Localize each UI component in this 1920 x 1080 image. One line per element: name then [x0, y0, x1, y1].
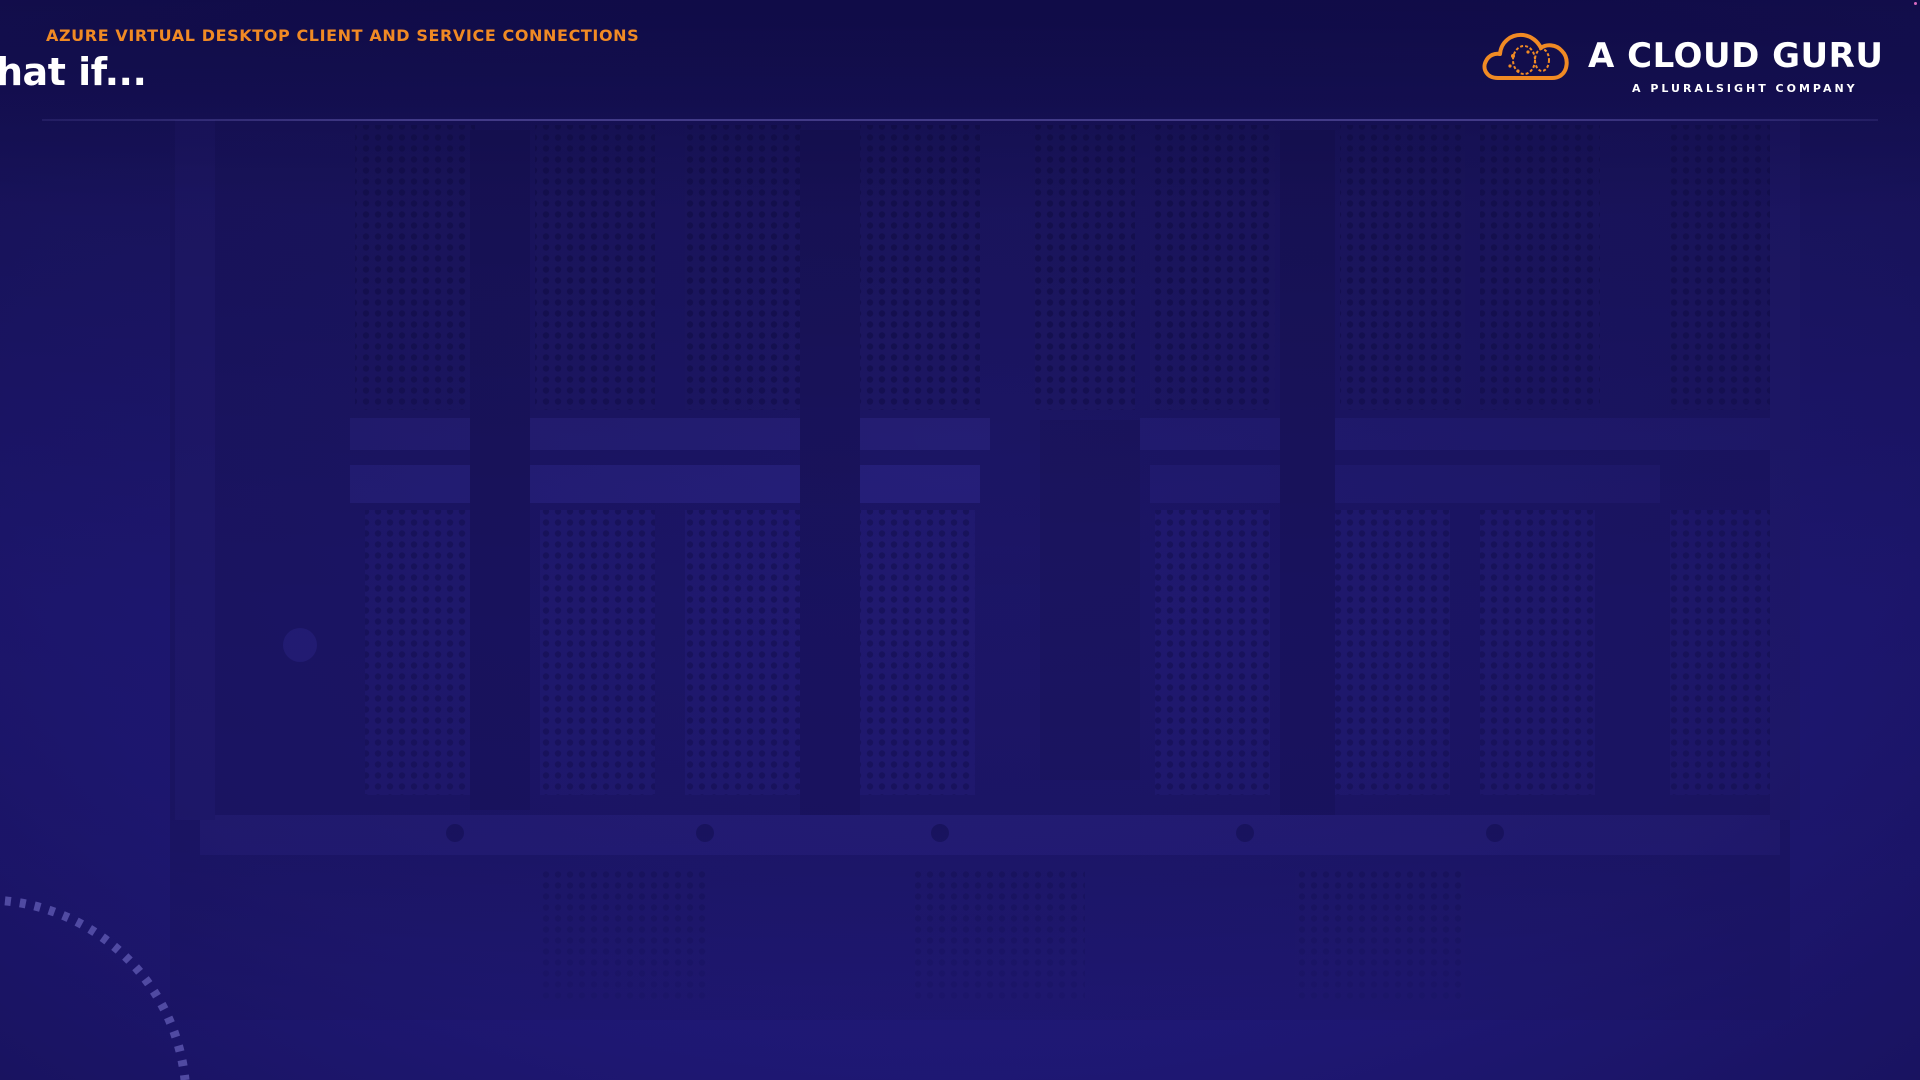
section-label: AZURE VIRTUAL DESKTOP CLIENT AND SERVICE…	[46, 26, 640, 45]
decorative-dotted-arc	[0, 895, 190, 1080]
logo-tagline: A PLURALSIGHT COMPANY	[1632, 82, 1858, 95]
logo: A CLOUD GURU A PLURALSIGHT COMPANY	[1480, 26, 1884, 96]
slide: AZURE VIRTUAL DESKTOP CLIENT AND SERVICE…	[0, 0, 1920, 1080]
corner-marker	[1914, 2, 1917, 5]
slide-title: hat if...	[0, 50, 147, 94]
background-overlay	[0, 0, 1920, 1080]
logo-name: A CLOUD GURU	[1588, 36, 1884, 76]
cloud-icon	[1482, 32, 1569, 80]
header-divider	[42, 119, 1878, 121]
